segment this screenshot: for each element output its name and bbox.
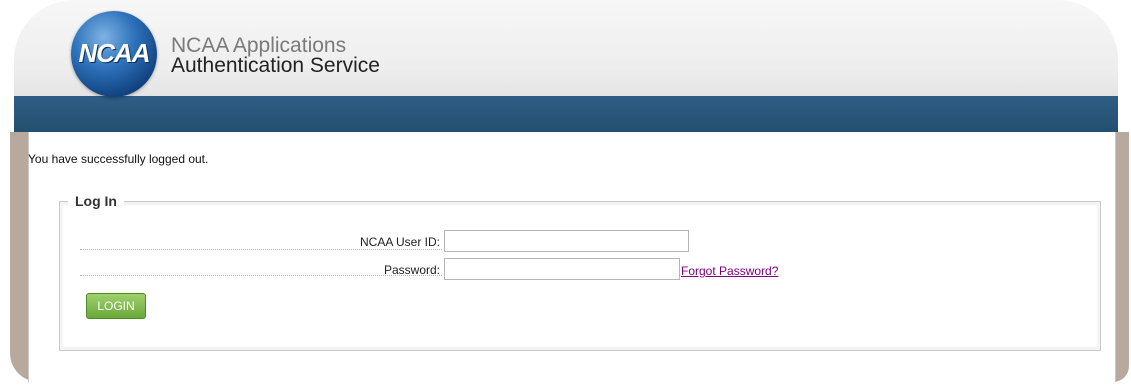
user-id-input[interactable] bbox=[444, 230, 689, 252]
page-frame: NCAA NCAA Applications Authentication Se… bbox=[0, 0, 1131, 389]
user-id-label: NCAA User ID: bbox=[359, 235, 440, 249]
password-label: Password: bbox=[383, 263, 440, 277]
user-id-row-divider bbox=[80, 249, 442, 250]
login-legend: Log In bbox=[68, 193, 124, 209]
nav-bar bbox=[14, 96, 1118, 132]
logout-message: You have successfully logged out. bbox=[28, 152, 209, 166]
ncaa-logo-text: NCAA bbox=[78, 38, 150, 68]
forgot-password-link[interactable]: Forgot Password? bbox=[681, 264, 778, 278]
password-input[interactable] bbox=[444, 258, 680, 280]
app-subtitle: Authentication Service bbox=[171, 54, 380, 77]
login-button[interactable]: LOGIN bbox=[86, 293, 146, 319]
ncaa-logo: NCAA bbox=[71, 11, 157, 97]
